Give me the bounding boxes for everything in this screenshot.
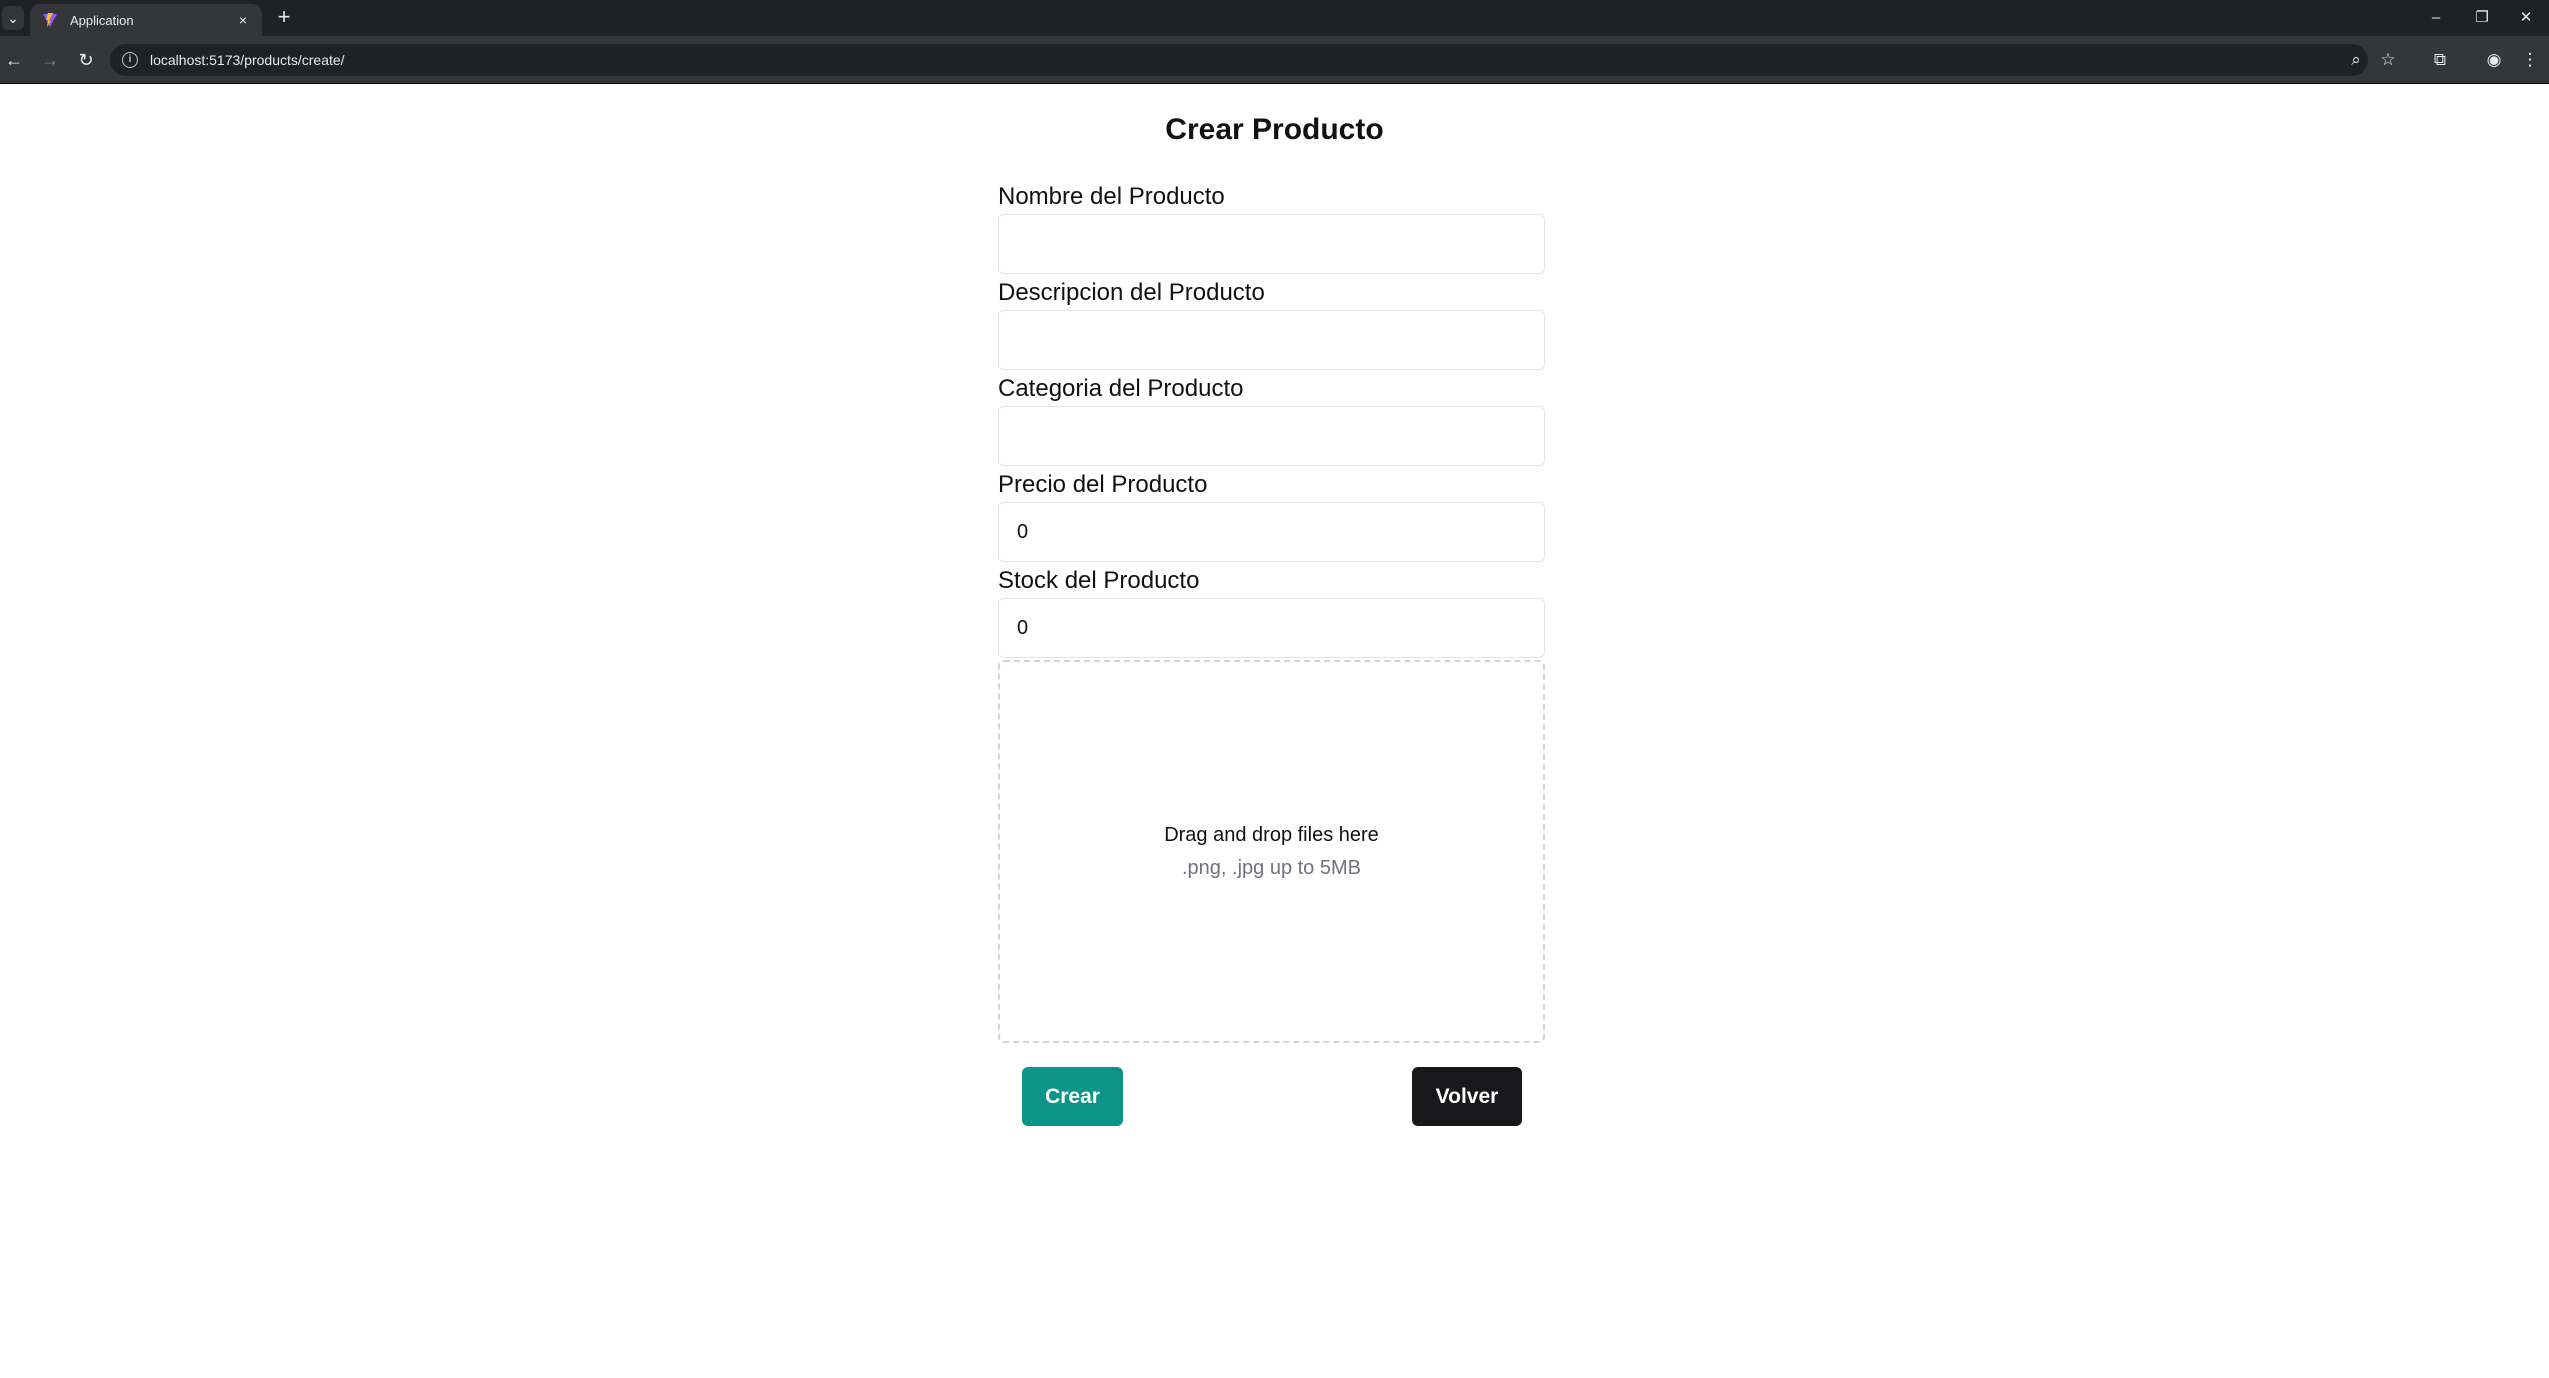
close-window-button[interactable]: ✕ [2503,0,2549,36]
new-tab-button[interactable]: + [272,6,296,30]
product-description-input[interactable] [998,310,1545,370]
product-price-input[interactable] [998,502,1545,562]
tab-search-button[interactable]: ⌄ [2,6,24,30]
page-title: Crear Producto [1165,113,1384,146]
menu-icon[interactable]: ⋮ [2516,46,2544,74]
info-icon[interactable]: i [122,52,138,68]
product-description-label: Descripcion del Producto [998,279,1265,306]
page-content: Crear Producto Nombre del Producto Descr… [0,85,2549,1378]
file-dropzone[interactable]: Drag and drop files here .png, .jpg up t… [998,660,1545,1043]
zoom-icon[interactable]: ⌕ [2342,46,2370,74]
create-button[interactable]: Crear [1022,1067,1123,1126]
tab-close-icon[interactable]: × [234,12,252,28]
dropzone-subtitle: .png, .jpg up to 5MB [1181,856,1361,879]
profile-icon[interactable]: ◉ [2480,46,2508,74]
url-text[interactable]: localhost:5173/products/create/ [150,52,2368,68]
forward-icon[interactable]: → [36,46,64,74]
product-category-input[interactable] [998,406,1545,466]
restore-button[interactable]: ❐ [2459,0,2505,36]
reload-icon[interactable]: ↻ [72,46,100,74]
product-stock-label: Stock del Producto [998,567,1200,594]
product-price-label: Precio del Producto [998,471,1208,498]
vite-favicon-icon [43,13,57,27]
star-icon[interactable]: ☆ [2374,46,2402,74]
product-stock-input[interactable] [998,598,1545,658]
product-name-input[interactable] [998,214,1545,274]
minimize-button[interactable]: – [2413,0,2459,36]
product-name-label: Nombre del Producto [998,183,1225,210]
product-category-label: Categoria del Producto [998,375,1244,402]
dropzone-title: Drag and drop files here [1164,823,1379,846]
address-bar[interactable]: i localhost:5173/products/create/ [110,44,2368,76]
back-button[interactable]: Volver [1412,1067,1522,1126]
extensions-icon[interactable]: ⧉ [2426,46,2454,74]
back-icon[interactable]: ← [0,46,28,74]
browser-tab[interactable]: Application × [30,4,262,36]
tab-title: Application [70,12,134,28]
browser-tabstrip: ⌄ Application × + – ❐ ✕ [0,0,2549,36]
browser-toolbar: ← → ↻ i localhost:5173/products/create/ … [0,36,2549,84]
create-product-form: Nombre del Producto Descripcion del Prod… [998,180,1545,1043]
